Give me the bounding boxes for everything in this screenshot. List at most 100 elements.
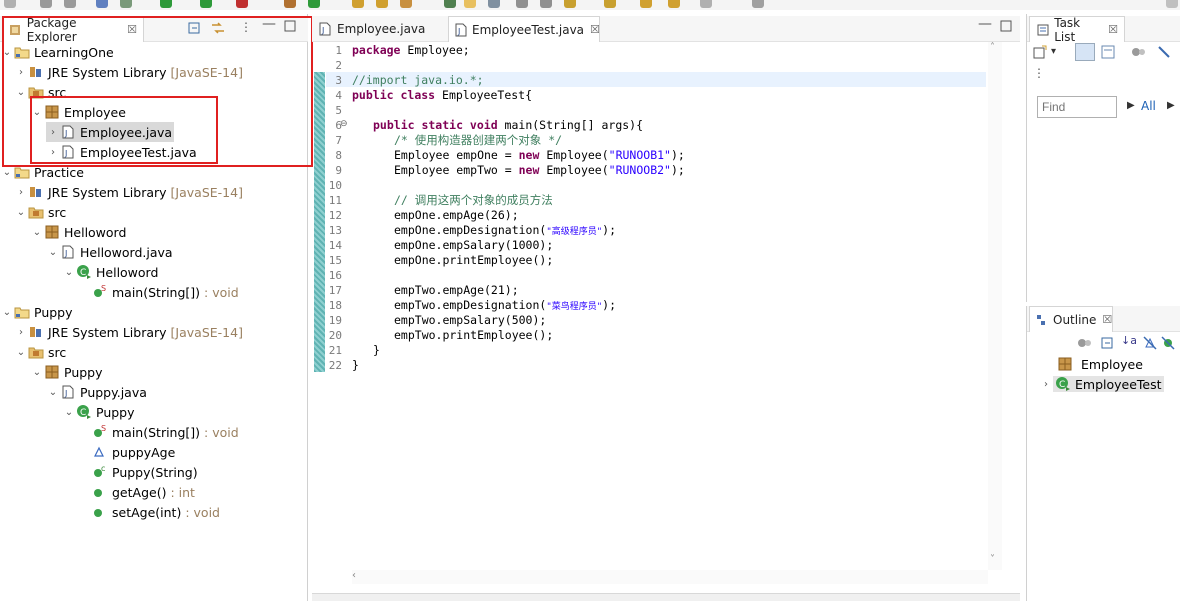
outline-item-class[interactable]: › C EmployeeTest bbox=[1039, 374, 1164, 394]
tree-item-package-helloword[interactable]: ⌄ Helloword bbox=[30, 222, 127, 242]
outline-tab-label: Outline bbox=[1053, 312, 1097, 327]
tree-item-method-getage[interactable]: getAge() : int bbox=[92, 482, 195, 502]
annotation-icon[interactable] bbox=[444, 0, 456, 8]
tab-task-list[interactable]: Task List ☒ bbox=[1029, 16, 1125, 44]
chevron-down-icon[interactable]: ▾ bbox=[1051, 46, 1056, 57]
tree-item-helloword-java[interactable]: ⌄ J Helloword.java bbox=[46, 242, 173, 262]
horizontal-scrollbar[interactable]: ‹ bbox=[352, 570, 988, 584]
prev-annotation-icon[interactable] bbox=[604, 0, 616, 8]
open-task-icon[interactable] bbox=[400, 0, 412, 8]
code-line: empOne.empDesignation("高级程序员"); bbox=[394, 223, 617, 237]
view-menu-icon[interactable]: ⋮ bbox=[1033, 66, 1045, 80]
close-icon[interactable]: ☒ bbox=[1108, 23, 1118, 36]
tree-item-jre-library[interactable]: › JRE System Library [JavaSE-14] bbox=[14, 182, 243, 202]
forward-icon[interactable] bbox=[668, 0, 680, 8]
next-annotation-icon[interactable] bbox=[564, 0, 576, 8]
chevron-down-icon[interactable]: ⌄ bbox=[62, 407, 76, 418]
hide-static-icon[interactable] bbox=[1161, 336, 1175, 353]
chevron-down-icon[interactable]: ⌄ bbox=[30, 227, 44, 238]
close-icon[interactable]: ☒ bbox=[1102, 313, 1112, 326]
block-selection-icon[interactable] bbox=[488, 0, 500, 8]
pin-editor-icon[interactable] bbox=[752, 0, 764, 8]
coverage-icon[interactable] bbox=[200, 0, 212, 8]
vertical-scrollbar[interactable]: ˄ ˅ bbox=[988, 42, 1002, 570]
chevron-down-icon[interactable]: ⌄ bbox=[62, 267, 76, 278]
chevron-right-icon[interactable]: › bbox=[14, 187, 28, 198]
tree-item-jre-library[interactable]: › JRE System Library [JavaSE-14] bbox=[14, 322, 243, 342]
all-link[interactable]: All bbox=[1141, 99, 1156, 113]
line-number: 1 bbox=[335, 44, 342, 57]
chevron-right-icon[interactable]: › bbox=[14, 327, 28, 338]
tree-label-suffix: : void bbox=[185, 504, 220, 520]
tree-item-field-puppyage[interactable]: puppyAge bbox=[92, 442, 175, 462]
status-strip bbox=[312, 593, 1020, 601]
tree-item-class-puppy[interactable]: ⌄ C Puppy bbox=[62, 402, 135, 422]
highlight-icon[interactable] bbox=[464, 0, 476, 8]
sort-icon[interactable]: ↓a bbox=[1121, 334, 1137, 347]
tree-item-method-setage[interactable]: setAge(int) : void bbox=[92, 502, 220, 522]
find-input[interactable] bbox=[1037, 96, 1117, 118]
new-icon[interactable] bbox=[4, 0, 16, 8]
new-task-icon[interactable] bbox=[1033, 45, 1047, 62]
chevron-down-icon[interactable]: ⌄ bbox=[46, 387, 60, 398]
tree-item-method-main[interactable]: S main(String[]) : void bbox=[92, 422, 239, 442]
open-type-icon[interactable] bbox=[352, 0, 364, 8]
collapse-all-icon[interactable] bbox=[1101, 336, 1115, 353]
tree-label-suffix: [JavaSE-14] bbox=[170, 324, 243, 340]
search-icon[interactable] bbox=[96, 0, 108, 8]
focus-icon[interactable] bbox=[1077, 336, 1093, 353]
tree-item-project-puppy[interactable]: ⌄ Puppy bbox=[0, 302, 73, 322]
tree-item-src[interactable]: ⌄ src bbox=[14, 342, 66, 362]
tab-employeetest-java[interactable]: J EmployeeTest.java ☒ bbox=[448, 16, 600, 42]
scroll-down-icon[interactable]: ˅ bbox=[990, 554, 995, 565]
pilcrow-icon[interactable] bbox=[540, 0, 552, 8]
tree-label: src bbox=[48, 204, 67, 220]
svg-text:S: S bbox=[101, 284, 106, 293]
maximize-icon[interactable] bbox=[1000, 20, 1012, 35]
close-icon[interactable]: ☒ bbox=[590, 23, 600, 36]
line-number: 15 bbox=[328, 254, 342, 267]
chevron-down-icon[interactable]: ⌄ bbox=[14, 347, 28, 358]
external-tools-icon[interactable] bbox=[236, 0, 248, 8]
open-folder-icon[interactable] bbox=[376, 0, 388, 8]
new-class-icon[interactable] bbox=[308, 0, 320, 8]
debug-icon[interactable] bbox=[120, 0, 132, 8]
tab-employee-java[interactable]: J Employee.java bbox=[312, 16, 444, 42]
outline-item-label: Employee bbox=[1081, 356, 1143, 372]
tree-item-constructor-puppy[interactable]: c Puppy(String) bbox=[92, 462, 198, 482]
tree-label: main(String[]) bbox=[112, 284, 201, 300]
focus-icon[interactable] bbox=[1131, 45, 1147, 62]
history-icon[interactable] bbox=[700, 0, 712, 8]
code-line: package Employee; bbox=[352, 43, 470, 57]
scroll-left-icon[interactable]: ‹ bbox=[352, 570, 356, 581]
hide-fields-icon[interactable] bbox=[1143, 336, 1157, 353]
scroll-up-icon[interactable]: ˄ bbox=[990, 42, 995, 53]
chevron-down-icon[interactable]: ⌄ bbox=[0, 167, 14, 178]
svg-text:J: J bbox=[457, 27, 460, 36]
tree-item-src[interactable]: ⌄ src bbox=[14, 202, 66, 222]
chevron-down-icon[interactable]: ⌄ bbox=[30, 367, 44, 378]
hide-completed-icon[interactable] bbox=[1157, 45, 1171, 62]
tab-outline[interactable]: Outline ☒ bbox=[1029, 306, 1113, 332]
chevron-down-icon[interactable]: ⌄ bbox=[0, 307, 14, 318]
play-icon: ▶ bbox=[1127, 100, 1135, 111]
chevron-down-icon[interactable]: ⌄ bbox=[14, 207, 28, 218]
tree-item-method-main[interactable]: S main(String[]) : void bbox=[92, 282, 239, 302]
chevron-right-icon[interactable]: › bbox=[1039, 379, 1053, 390]
run-icon[interactable] bbox=[160, 0, 172, 8]
show-whitespace-icon[interactable] bbox=[516, 0, 528, 8]
outline-item-package[interactable]: Employee bbox=[1057, 354, 1143, 374]
save-all-icon[interactable] bbox=[64, 0, 76, 8]
minimize-icon[interactable]: — bbox=[978, 16, 992, 32]
tree-item-package-puppy[interactable]: ⌄ Puppy bbox=[30, 362, 103, 382]
chevron-down-icon[interactable]: ⌄ bbox=[46, 247, 60, 258]
scheduled-icon[interactable] bbox=[1101, 45, 1115, 62]
tree-item-puppy-java[interactable]: ⌄ J Puppy.java bbox=[46, 382, 147, 402]
new-package-icon[interactable] bbox=[284, 0, 296, 8]
categorized-icon[interactable] bbox=[1075, 43, 1095, 61]
tree-item-class-helloword[interactable]: ⌄ C Helloword bbox=[62, 262, 159, 282]
perspective-icon[interactable] bbox=[1166, 0, 1178, 8]
back-icon[interactable] bbox=[640, 0, 652, 8]
save-icon[interactable] bbox=[40, 0, 52, 8]
fold-collapse-icon[interactable]: ⊖ bbox=[340, 119, 348, 129]
